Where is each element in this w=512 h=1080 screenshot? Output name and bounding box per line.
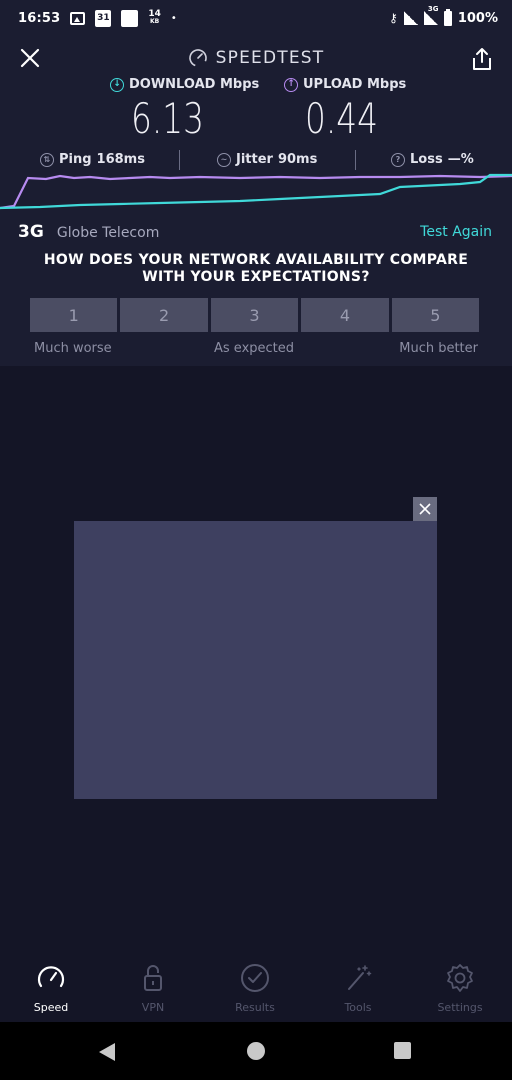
close-icon[interactable] — [419, 503, 431, 515]
rating-option-5[interactable]: 5 — [391, 298, 480, 332]
stats-row: ⇅ Ping 168ms ~ Jitter 90ms ? Loss —% — [0, 150, 512, 172]
rating-option-2[interactable]: 2 — [120, 298, 208, 332]
nav-vpn-label: VPN — [141, 1001, 165, 1014]
carrier-name: Globe Telecom — [56, 225, 160, 241]
app-title-text: SPEEDTEST — [215, 48, 325, 68]
rating-label-mid: As expected — [214, 341, 295, 356]
help-icon[interactable]: ? — [391, 152, 405, 167]
home-icon[interactable] — [247, 1042, 265, 1060]
share-icon[interactable] — [470, 46, 494, 72]
rating-option-1[interactable]: 1 — [30, 298, 118, 332]
status-time: 16:53 — [18, 10, 61, 26]
divider — [179, 150, 180, 170]
ad-close-button[interactable] — [413, 497, 437, 521]
rating-option-3[interactable]: 3 — [210, 298, 299, 332]
rating-label-high: Much better — [399, 341, 478, 356]
speedometer-icon — [37, 966, 65, 988]
nav-vpn[interactable]: VPN — [113, 962, 193, 1014]
speed-graph — [0, 173, 512, 210]
nav-results[interactable]: Results — [215, 962, 295, 1014]
upload-graph-line — [0, 174, 512, 210]
checkmark-circle-icon — [241, 964, 269, 992]
ping-label: Ping — [59, 152, 92, 167]
test-again-button[interactable]: Test Again — [420, 224, 492, 240]
jitter-stat: ~ Jitter 90ms — [217, 152, 317, 167]
nav-speed-label: Speed — [33, 1001, 69, 1014]
download-value: 6.13 — [131, 94, 204, 143]
signal-icon — [403, 11, 418, 25]
nav-tools-label: Tools — [344, 1001, 372, 1014]
battery-percent: 100% — [457, 10, 498, 26]
gear-icon — [447, 964, 473, 992]
loss-value: —% — [447, 152, 474, 167]
rating-label-low: Much worse — [34, 341, 112, 356]
image-icon — [70, 11, 86, 25]
app-title: SPEEDTEST — [0, 48, 512, 68]
bottom-nav: Speed VPN Results Tools Settings — [0, 948, 512, 1022]
rating-scale: 1 2 3 4 5 — [30, 298, 480, 332]
download-graph-line — [0, 173, 512, 210]
upload-label: ↑ UPLOAD Mbps — [284, 77, 406, 92]
results-panel: SPEEDTEST ↓ DOWNLOAD Mbps ↑ UPLOAD Mbps … — [0, 36, 512, 366]
jitter-icon: ~ — [217, 152, 231, 167]
ping-icon: ⇅ — [40, 152, 54, 167]
data-rate-indicator: 14 KB — [148, 10, 161, 26]
speedometer-icon — [188, 49, 207, 67]
jitter-label: Jitter — [236, 152, 273, 167]
data-rate-value: 14 — [148, 9, 161, 19]
download-label-text: DOWNLOAD Mbps — [129, 77, 260, 92]
data-rate-unit: KB — [150, 18, 160, 25]
download-arrow-icon: ↓ — [110, 77, 124, 92]
lock-icon — [144, 965, 162, 991]
upload-arrow-icon: ↑ — [284, 77, 298, 92]
connection-info: 3G Globe Telecom Test Again — [18, 222, 492, 242]
loss-label: Loss — [410, 152, 443, 167]
nav-tools[interactable]: Tools — [318, 962, 398, 1014]
app-square-icon — [121, 9, 139, 27]
nav-speed[interactable]: Speed — [11, 962, 91, 1014]
back-icon[interactable] — [98, 1042, 116, 1062]
upload-label-text: UPLOAD Mbps — [303, 77, 407, 92]
calendar-icon: 31 — [95, 9, 112, 27]
magic-wand-icon — [348, 965, 372, 990]
ad-banner[interactable] — [74, 521, 437, 799]
survey-question: HOW DOES YOUR NETWORK AVAILABILITY COMPA… — [43, 252, 469, 285]
ping-value: 168ms — [96, 152, 145, 167]
battery-icon — [443, 8, 452, 26]
nav-settings-label: Settings — [437, 1001, 483, 1014]
vpn-key-icon: ⚷ — [389, 11, 398, 25]
download-label: ↓ DOWNLOAD Mbps — [110, 77, 259, 92]
signal-3g-label: 3G — [427, 5, 439, 13]
status-bar: 16:53 31 14 KB • ⚷ 3G 100% — [0, 0, 512, 36]
nav-results-label: Results — [235, 1001, 275, 1014]
system-nav-bar — [0, 1022, 512, 1080]
loss-stat[interactable]: ? Loss —% — [391, 152, 474, 167]
dot-icon: • — [170, 12, 177, 24]
network-type: 3G — [18, 222, 44, 242]
upload-value: 0.44 — [305, 94, 378, 143]
jitter-value: 90ms — [277, 152, 318, 167]
rating-option-4[interactable]: 4 — [301, 298, 389, 332]
ping-stat: ⇅ Ping 168ms — [40, 152, 145, 167]
divider — [355, 150, 356, 170]
signal-3g-icon: 3G — [423, 5, 438, 25]
recent-apps-icon[interactable] — [394, 1042, 411, 1059]
nav-settings[interactable]: Settings — [420, 962, 500, 1014]
